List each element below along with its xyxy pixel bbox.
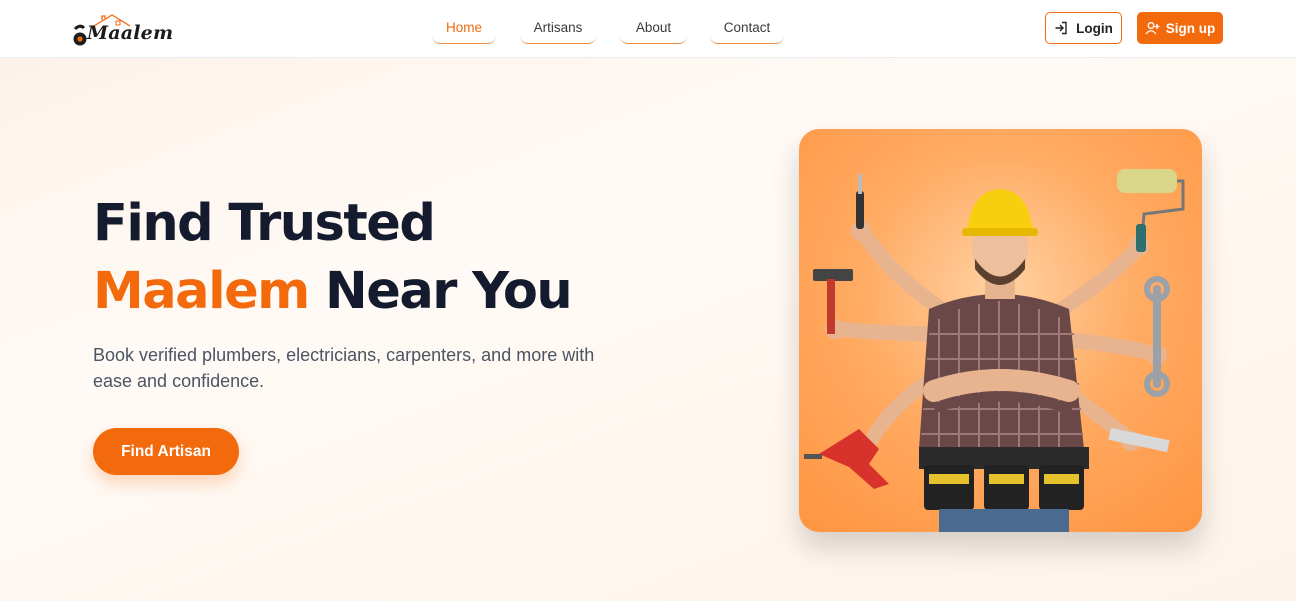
handyman-illustration xyxy=(804,169,1185,532)
login-label: Login xyxy=(1076,20,1113,36)
nav-link-home[interactable]: Home xyxy=(432,12,496,44)
signup-button[interactable]: Sign up xyxy=(1137,12,1223,44)
hero-subtitle: Book verified plumbers, electricians, ca… xyxy=(93,345,595,391)
find-artisan-button[interactable]: Find Artisan xyxy=(93,428,239,475)
signup-label: Sign up xyxy=(1165,20,1216,36)
hero-title-line2-rest: Near You xyxy=(308,262,573,321)
brand-logo[interactable]: Maalem xyxy=(72,12,182,48)
login-button[interactable]: Login xyxy=(1045,12,1122,44)
hero-title-line2: Maalem Near You xyxy=(93,258,573,326)
hero-title-accent: Maalem xyxy=(93,262,310,321)
nav-link-about[interactable]: About xyxy=(620,12,687,44)
nav-link-artisans[interactable]: Artisans xyxy=(520,12,596,44)
hero-image xyxy=(799,129,1202,532)
login-icon xyxy=(1055,21,1067,35)
hero-title: Find Trusted Maalem Near You xyxy=(93,190,573,326)
brand-name: Maalem xyxy=(87,22,174,44)
nav-link-contact[interactable]: Contact xyxy=(710,12,784,44)
user-plus-icon xyxy=(1145,22,1160,35)
navbar: Maalem Home Artisans About Contact Login… xyxy=(0,0,1296,58)
hero-title-line1: Find Trusted xyxy=(93,194,436,253)
